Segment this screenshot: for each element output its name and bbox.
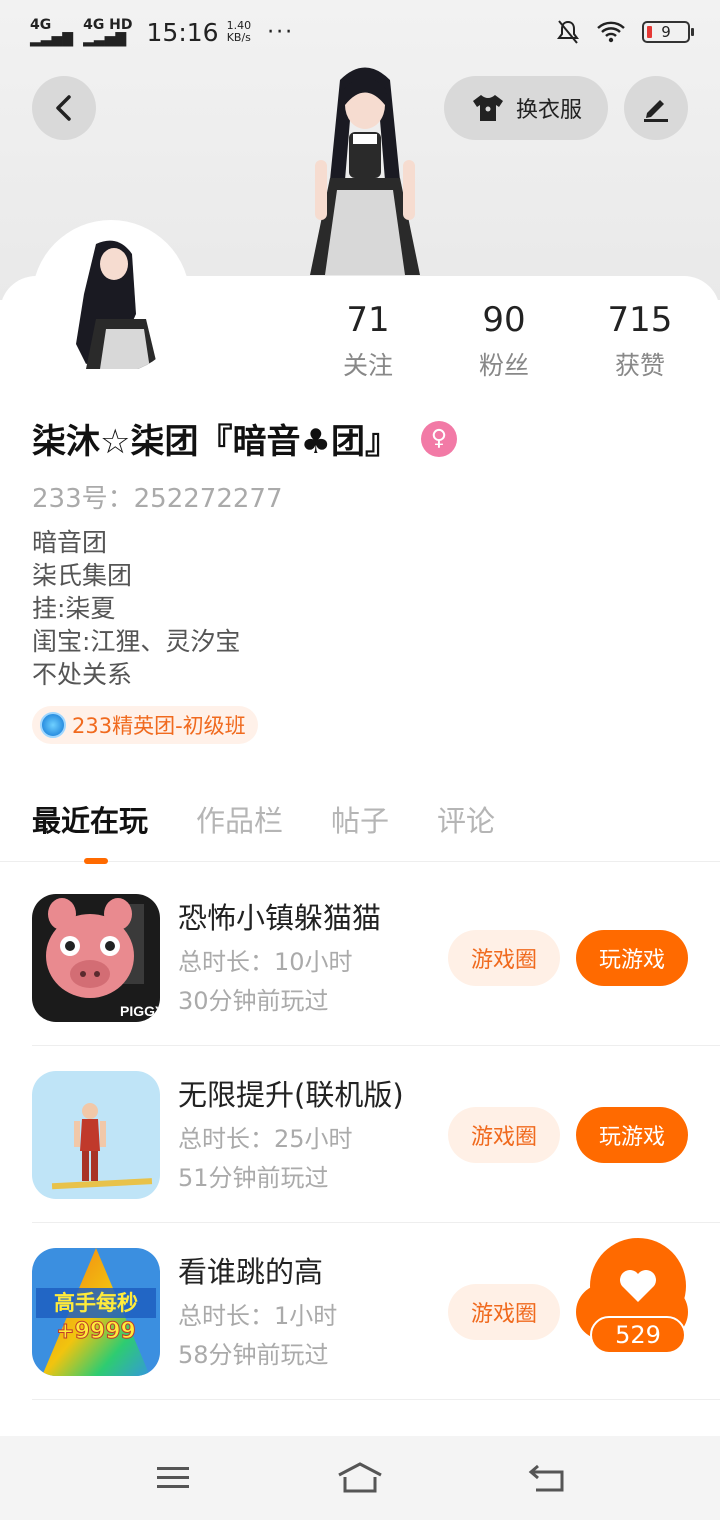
like-count: 529	[590, 1316, 686, 1354]
team-badge-icon	[40, 712, 66, 738]
change-outfit-label: 换衣服	[515, 98, 582, 123]
stat-following-label: 关注	[342, 351, 393, 380]
team-badge-label: 233精英团-初级班	[72, 714, 246, 738]
profile-tabs: 最近在玩 作品栏 帖子 评论	[0, 798, 720, 864]
chevron-left-icon	[56, 95, 71, 121]
game-info: 无限提升(联机版) 总时长：25小时 51分钟前玩过	[178, 1072, 428, 1198]
play-game-button[interactable]: 玩游戏	[576, 930, 688, 986]
game-icon-infinite-upgrade	[32, 1070, 160, 1199]
game-duration: 总时长：1小时	[178, 1301, 338, 1330]
stat-followers[interactable]: 90 粉丝	[436, 300, 572, 382]
tab-comments[interactable]: 评论	[437, 798, 495, 862]
mute-bell-icon	[557, 20, 579, 44]
edit-profile-button[interactable]	[624, 76, 688, 140]
game-icon-piggy: PIGGY	[32, 893, 160, 1022]
piggy-logo-text: PIGGY	[120, 1003, 160, 1019]
tab-works[interactable]: 作品栏	[196, 798, 283, 862]
bio-line: 暗音团	[32, 528, 108, 557]
avatar[interactable]	[36, 224, 186, 374]
stat-following-count: 71	[346, 300, 390, 340]
back-button[interactable]	[32, 76, 96, 140]
home-icon	[338, 1462, 382, 1493]
stat-likes-count: 715	[607, 300, 673, 340]
heart-icon	[620, 1270, 656, 1302]
game-circle-button[interactable]: 游戏圈	[448, 930, 560, 986]
game-title: 看谁跳的高	[178, 1254, 324, 1289]
game-circle-button[interactable]: 游戏圈	[448, 1284, 560, 1340]
tshirt-icon	[472, 95, 503, 121]
game-last-played: 51分钟前玩过	[178, 1163, 329, 1192]
game-duration: 总时长：25小时	[178, 1124, 353, 1153]
game-item[interactable]: 无限提升(联机版) 总时长：25小时 51分钟前玩过 游戏圈 玩游戏	[32, 1047, 720, 1223]
bio: 暗音团 柒氏集团 挂:柒夏 闺宝:江狸、灵汐宝 不处关系	[32, 526, 240, 691]
tab-posts[interactable]: 帖子	[331, 798, 389, 862]
profile-stats: 71 关注 90 粉丝 715 获赞	[300, 300, 710, 382]
back-icon	[528, 1464, 564, 1492]
stat-likes-label: 获赞	[614, 351, 665, 380]
username: 柒沐☆柒团『暗音♣团』	[32, 422, 399, 462]
game-title: 恐怖小镇躲猫猫	[178, 900, 382, 935]
play-game-button[interactable]: 玩游戏	[576, 1107, 688, 1163]
stat-followers-label: 粉丝	[478, 351, 529, 380]
game-last-played: 30分钟前玩过	[178, 986, 329, 1015]
signal-icon: 4G ▂▃▅▇	[30, 17, 74, 47]
bio-line: 挂:柒夏	[32, 594, 116, 623]
game-info: 看谁跳的高 总时长：1小时 58分钟前玩过	[178, 1249, 428, 1375]
game-last-played: 58分钟前玩过	[178, 1340, 329, 1369]
game-duration: 总时长：10小时	[178, 947, 353, 976]
signal-hd-icon: 4G HD ▂▃▅▇	[83, 17, 133, 47]
stat-followers-count: 90	[482, 300, 526, 340]
battery-icon: 9	[642, 21, 694, 43]
game-circle-button[interactable]: 游戏圈	[448, 1107, 560, 1163]
status-bar: 4G ▂▃▅▇ 4G HD ▂▃▅▇ 15:16 1.40 KB/s ··· 9	[0, 0, 720, 64]
name-row: 柒沐☆柒团『暗音♣团』 ♀	[32, 414, 457, 463]
user-id: 233号：252272277	[32, 484, 283, 514]
game-info: 恐怖小镇躲猫猫 总时长：10小时 30分钟前玩过	[178, 895, 428, 1021]
team-badge[interactable]: 233精英团-初级班	[32, 706, 258, 744]
game-icon-jump-high: 高手每秒 +9999	[32, 1247, 160, 1376]
change-outfit-button[interactable]: 换衣服	[444, 76, 608, 140]
tab-recently-played[interactable]: 最近在玩	[32, 798, 148, 864]
female-icon: ♀	[420, 420, 457, 457]
clock: 15:16	[146, 17, 219, 47]
bio-line: 闺宝:江狸、灵汐宝	[32, 627, 241, 656]
stat-likes[interactable]: 715 获赞	[572, 300, 708, 382]
stat-following[interactable]: 71 关注	[300, 300, 436, 382]
bio-line: 不处关系	[32, 660, 133, 689]
system-navbar	[0, 1436, 720, 1520]
menu-button[interactable]	[143, 1458, 203, 1498]
more-notifications-icon: ···	[267, 19, 295, 45]
bio-line: 柒氏集团	[32, 561, 133, 590]
back-nav-button[interactable]	[517, 1458, 577, 1498]
jump-logo-text-2: +9999	[56, 1319, 136, 1344]
menu-icon	[157, 1467, 190, 1488]
wifi-icon	[597, 21, 625, 43]
network-speed: 1.40 KB/s	[226, 19, 252, 44]
game-item[interactable]: PIGGY 恐怖小镇躲猫猫 总时长：10小时 30分钟前玩过 游戏圈 玩游戏	[32, 870, 720, 1046]
character-figure	[310, 67, 420, 275]
home-button[interactable]	[330, 1458, 390, 1498]
game-title: 无限提升(联机版)	[178, 1077, 404, 1112]
jump-logo-text-1: 高手每秒	[54, 1291, 138, 1315]
avatar-image	[36, 224, 186, 374]
pencil-icon	[644, 100, 668, 122]
